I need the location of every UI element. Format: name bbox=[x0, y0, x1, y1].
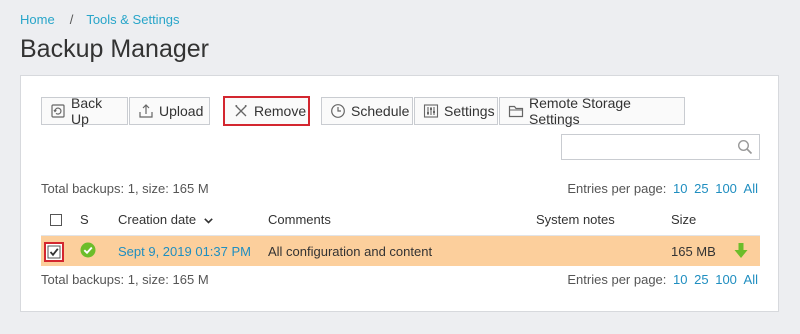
sort-descending-icon bbox=[203, 212, 213, 227]
remove-button[interactable]: Remove bbox=[223, 96, 310, 126]
breadcrumb-separator: / bbox=[69, 12, 74, 27]
clock-icon bbox=[330, 103, 346, 119]
column-header-status: S bbox=[80, 212, 89, 227]
remove-label: Remove bbox=[254, 103, 307, 119]
breadcrumb: Home / Tools & Settings bbox=[20, 12, 180, 27]
remote-storage-settings-label: Remote Storage Settings bbox=[529, 95, 631, 127]
entries-option-25[interactable]: 25 bbox=[694, 181, 708, 196]
backup-panel: Back Up Upload Remove Schedule Settings bbox=[20, 75, 779, 312]
checkmark-icon bbox=[47, 245, 61, 259]
settings-button[interactable]: Settings bbox=[414, 97, 498, 125]
backup-date-link[interactable]: Sept 9, 2019 01:37 PM bbox=[118, 244, 251, 259]
entries-option-all-bottom[interactable]: All bbox=[744, 272, 758, 287]
search-box bbox=[561, 134, 760, 160]
select-all-checkbox[interactable] bbox=[50, 214, 62, 226]
page-title: Backup Manager bbox=[20, 35, 210, 63]
breadcrumb-tools-link[interactable]: Tools & Settings bbox=[86, 12, 179, 27]
entries-per-page: Entries per page: 10 25 100 All bbox=[567, 181, 758, 196]
remove-icon bbox=[233, 103, 249, 119]
upload-icon bbox=[138, 103, 154, 119]
entries-per-page-label-bottom: Entries per page: bbox=[567, 272, 667, 287]
remote-storage-settings-button[interactable]: Remote Storage Settings bbox=[499, 95, 685, 127]
search-input[interactable] bbox=[562, 135, 739, 159]
upload-label: Upload bbox=[159, 103, 204, 119]
entries-option-100-bottom[interactable]: 100 bbox=[715, 272, 737, 287]
settings-label: Settings bbox=[444, 103, 495, 119]
entries-option-all[interactable]: All bbox=[744, 181, 758, 196]
back-up-label: Back Up bbox=[71, 95, 103, 127]
breadcrumb-home-link[interactable]: Home bbox=[20, 12, 55, 27]
toolbar: Back Up Upload Remove Schedule Settings bbox=[41, 95, 685, 127]
schedule-button[interactable]: Schedule bbox=[321, 97, 413, 125]
column-header-size: Size bbox=[671, 212, 697, 227]
column-header-comments: Comments bbox=[268, 212, 331, 227]
row-select-checkbox[interactable] bbox=[44, 242, 64, 262]
folder-icon bbox=[508, 103, 524, 119]
entries-per-page-bottom: Entries per page: 10 25 100 All bbox=[567, 272, 758, 287]
total-backups-summary: Total backups: 1, size: 165 M bbox=[41, 181, 209, 196]
entries-option-10[interactable]: 10 bbox=[673, 181, 687, 196]
column-header-creation-date-label: Creation date bbox=[118, 212, 197, 227]
entries-option-25-bottom[interactable]: 25 bbox=[694, 272, 708, 287]
column-header-creation-date[interactable]: Creation date bbox=[118, 212, 213, 227]
upload-button[interactable]: Upload bbox=[129, 97, 210, 125]
search-icon[interactable] bbox=[737, 139, 753, 160]
backup-comments: All configuration and content bbox=[268, 244, 433, 259]
column-header-system-notes: System notes bbox=[536, 212, 615, 227]
entries-option-10-bottom[interactable]: 10 bbox=[673, 272, 687, 287]
entries-per-page-label: Entries per page: bbox=[567, 181, 667, 196]
backup-icon bbox=[50, 103, 66, 119]
sliders-icon bbox=[423, 103, 439, 119]
status-ok-icon bbox=[80, 242, 96, 261]
download-icon[interactable] bbox=[733, 242, 749, 263]
backup-size: 165 MB bbox=[671, 244, 716, 259]
entries-option-100[interactable]: 100 bbox=[715, 181, 737, 196]
total-backups-summary-bottom: Total backups: 1, size: 165 M bbox=[41, 272, 209, 287]
table-header: S Creation date Comments System notes Si… bbox=[41, 209, 760, 236]
schedule-label: Schedule bbox=[351, 103, 410, 119]
table-row[interactable]: Sept 9, 2019 01:37 PM All configuration … bbox=[41, 236, 760, 266]
back-up-button[interactable]: Back Up bbox=[41, 95, 128, 127]
